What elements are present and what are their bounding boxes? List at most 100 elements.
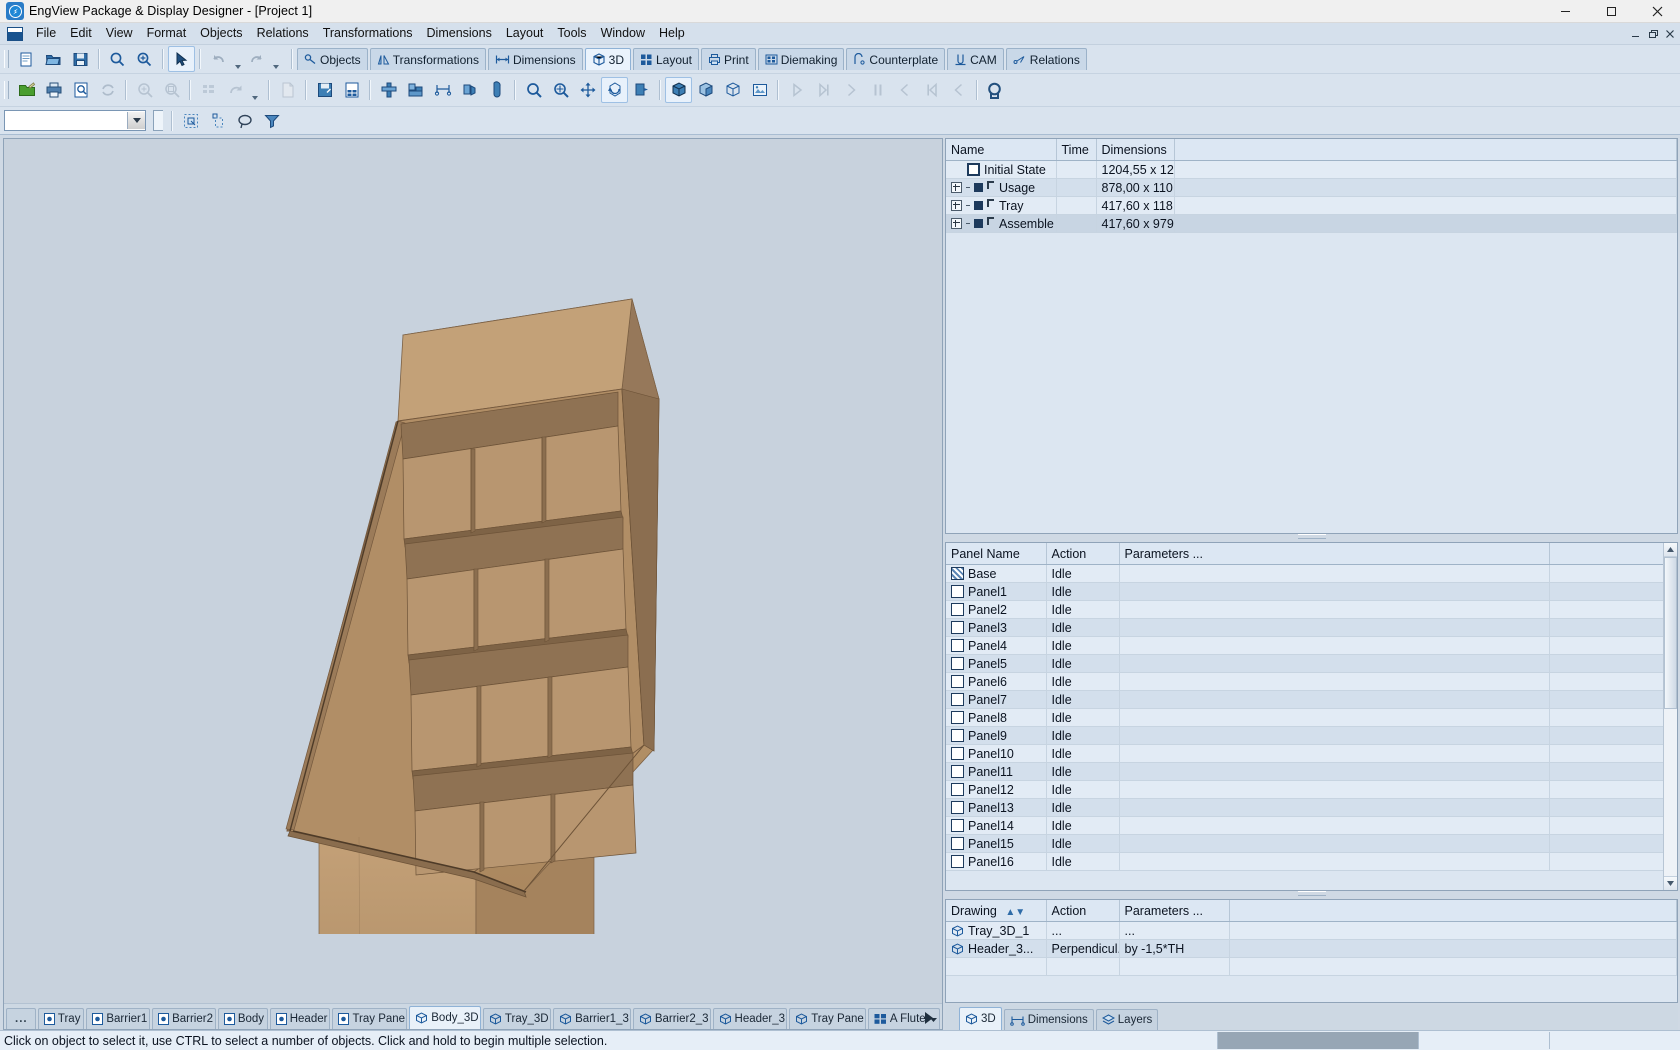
table-row[interactable]: Panel9 Idle [946,726,1677,745]
table-row[interactable]: Panel14 Idle [946,816,1677,835]
table-row[interactable]: Initial State 1204,55 x 12... [946,160,1677,179]
save-document-button[interactable] [67,46,94,72]
new-3d-view-button[interactable] [274,77,301,103]
document-tabs-scroll-right[interactable] [922,1009,936,1027]
table-row[interactable]: Panel10 Idle [946,744,1677,763]
fold-preview-button[interactable] [456,77,483,103]
menu-edit[interactable]: Edit [63,24,99,43]
redo-dropdown-caret[interactable] [270,45,281,74]
panel-checkbox[interactable] [951,621,964,634]
tree-col-time[interactable]: Time [1056,139,1097,161]
print-preview-button[interactable] [67,77,94,103]
drawings-col-parameters[interactable]: Parameters ... [1119,900,1230,922]
expand-icon[interactable] [951,200,962,211]
rotate-3d-button[interactable] [601,77,628,103]
previous-button[interactable] [945,77,972,103]
new-document-button[interactable] [13,46,40,72]
expand-icon[interactable] [951,218,962,229]
window-close-button[interactable] [1634,0,1680,22]
ribbon-tab-print[interactable]: Print [701,48,756,70]
image-frame-button[interactable] [746,77,773,103]
panel-checkbox[interactable] [951,567,964,580]
print-button[interactable] [40,77,67,103]
filter-funnel-button[interactable] [258,108,285,134]
play-button[interactable] [783,77,810,103]
scroll-up-icon[interactable] [1664,543,1677,557]
toolbar-grip[interactable] [3,48,10,70]
table-row[interactable]: Panel5 Idle [946,654,1677,673]
document-tab-header-3d[interactable]: Header_3 [712,1008,788,1029]
table-row[interactable]: Panel3 Idle [946,618,1677,637]
panels-col-action[interactable]: Action [1046,543,1120,565]
panel-checkbox[interactable] [951,801,964,814]
mdi-restore-icon[interactable] [1644,25,1661,42]
zoom-in-button[interactable] [131,46,158,72]
menu-dimensions[interactable]: Dimensions [420,24,499,43]
ribbon-tab-cam[interactable]: CAM [947,48,1004,70]
ribbon-tab-objects[interactable]: Objects [297,48,368,70]
panel-checkbox[interactable] [951,855,964,868]
document-tab-barrier1[interactable]: Barrier1 [86,1008,151,1029]
play-end-button[interactable] [810,77,837,103]
panels-col-parameters[interactable]: Parameters ... [1119,543,1550,565]
sort-updown-icon[interactable]: ▲▼ [1005,907,1025,918]
table-row[interactable]: Panel7 Idle [946,690,1677,709]
zoom-tool-button[interactable] [520,77,547,103]
tile-grid-button[interactable] [195,77,222,103]
ribbon-tab-3d[interactable]: 3D [584,48,631,70]
menu-tools[interactable]: Tools [550,24,593,43]
layer-side-box[interactable] [153,110,163,131]
document-tab-tray[interactable]: Tray [37,1008,85,1029]
stack-boxes-button[interactable] [402,77,429,103]
menu-format[interactable]: Format [140,24,194,43]
zoom-all-button[interactable] [131,77,158,103]
select-arrow-button[interactable] [168,46,195,72]
lasso-select-button[interactable] [231,108,258,134]
panel-checkbox[interactable] [951,765,964,778]
table-row[interactable]: Panel15 Idle [946,834,1677,853]
table-row[interactable]: Panel1 Idle [946,582,1677,601]
table-row[interactable]: Panel13 Idle [946,798,1677,817]
menu-file[interactable]: File [29,24,63,43]
select-region-button[interactable] [177,108,204,134]
table-row[interactable]: Panel16 Idle [946,852,1677,871]
table-row[interactable]: Panel12 Idle [946,780,1677,799]
menu-view[interactable]: View [99,24,140,43]
table-row[interactable]: Panel11 Idle [946,762,1677,781]
document-tab-barrier2[interactable]: Barrier2 [152,1008,216,1029]
fold-angle-button[interactable] [628,77,655,103]
select-single-button[interactable] [204,108,231,134]
fill-shape-button[interactable] [483,77,510,103]
shaded-cube-button[interactable] [692,77,719,103]
mdi-close-icon[interactable] [1661,25,1678,42]
rewind-button[interactable] [918,77,945,103]
drawings-col-action[interactable]: Action [1046,900,1120,922]
undo-button[interactable] [205,46,232,72]
zoom-previous-button[interactable] [158,77,185,103]
search-3d-button[interactable] [982,77,1009,103]
tree-col-name[interactable]: Name [946,139,1057,161]
pane-splitter-2[interactable] [945,891,1678,896]
table-row[interactable] [946,957,1677,976]
menu-objects[interactable]: Objects [193,24,249,43]
table-row[interactable]: Panel6 Idle [946,672,1677,691]
panel-checkbox[interactable] [951,603,964,616]
right-tab-layers[interactable]: Layers [1095,1009,1159,1030]
step-back-button[interactable] [891,77,918,103]
table-row[interactable]: Base Idle [946,564,1677,583]
report-button[interactable] [338,77,365,103]
solid-cube-button[interactable] [665,77,692,103]
table-row[interactable]: Tray_3D_1 ... ... [946,921,1677,940]
scroll-down-icon[interactable] [1664,876,1677,890]
ribbon-tab-diemaking[interactable]: Diemaking [757,48,845,70]
table-row[interactable]: Panel4 Idle [946,636,1677,655]
pause-button[interactable] [864,77,891,103]
refresh-button[interactable] [94,77,121,103]
document-tab-tray-panel[interactable]: Tray Pane [332,1008,408,1029]
window-maximize-button[interactable] [1588,0,1634,22]
export-button[interactable] [13,77,40,103]
zoom-extent-button[interactable] [547,77,574,103]
ribbon-tab-counterplate[interactable]: Counterplate [846,48,946,70]
right-tab-3d[interactable]: 3D [959,1007,1002,1030]
ribbon-tab-relations[interactable]: Relations [1005,48,1087,70]
